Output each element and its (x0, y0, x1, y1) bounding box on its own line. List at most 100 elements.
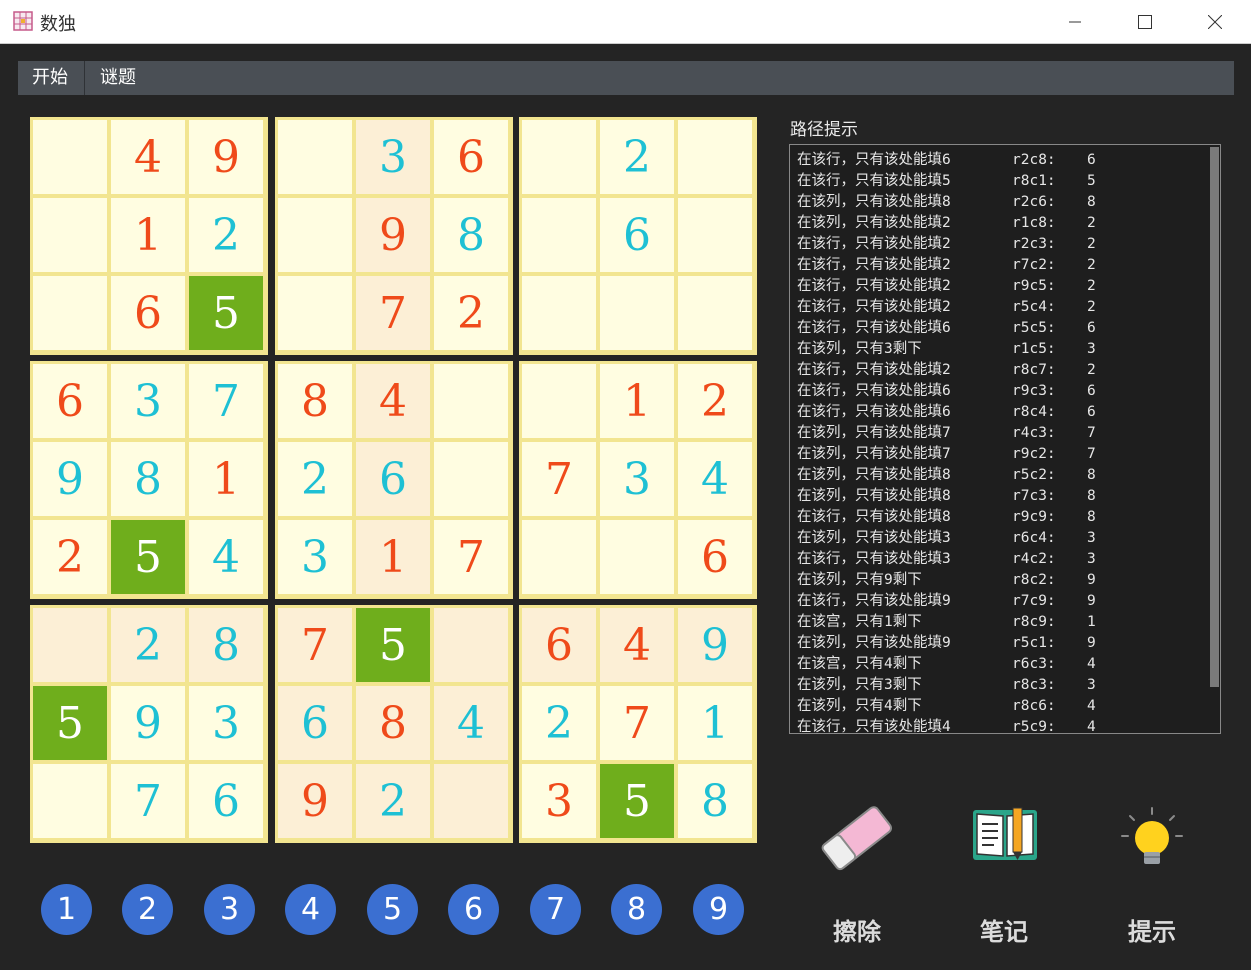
sudoku-cell[interactable]: 4 (434, 686, 508, 760)
menu-puzzle[interactable]: 谜题 (86, 61, 150, 95)
scrollbar-thumb[interactable] (1210, 147, 1219, 687)
sudoku-cell[interactable]: 2 (678, 364, 752, 438)
hint-path-list[interactable]: 在该行，只有该处能填6 r2c8: 6 在该行，只有该处能填5 r8c1: 5 在该列，只有… (789, 144, 1221, 734)
number-button-9[interactable]: 9 (693, 884, 744, 935)
sudoku-cell[interactable] (522, 120, 596, 194)
number-button-1[interactable]: 1 (41, 884, 92, 935)
sudoku-cell[interactable]: 2 (278, 442, 352, 516)
sudoku-cell[interactable]: 9 (33, 442, 107, 516)
sudoku-cell[interactable]: 4 (111, 120, 185, 194)
number-button-6[interactable]: 6 (448, 884, 499, 935)
sudoku-cell[interactable]: 6 (600, 198, 674, 272)
sudoku-cell[interactable]: 9 (278, 764, 352, 838)
sudoku-cell[interactable]: 7 (356, 276, 430, 350)
sudoku-cell[interactable] (600, 276, 674, 350)
sudoku-cell[interactable]: 7 (111, 764, 185, 838)
sudoku-cell[interactable]: 3 (356, 120, 430, 194)
sudoku-cell[interactable]: 5 (356, 608, 430, 682)
sudoku-cell[interactable] (33, 608, 107, 682)
sudoku-cell[interactable]: 2 (189, 198, 263, 272)
number-button-7[interactable]: 7 (530, 884, 581, 935)
sudoku-cell[interactable]: 7 (600, 686, 674, 760)
sudoku-cell[interactable]: 4 (189, 520, 263, 594)
hint-cell-ref: r9c9: (1012, 509, 1056, 525)
sudoku-cell[interactable]: 8 (189, 608, 263, 682)
hint-row: 在该行，只有该处能填8 r9c9: 8 (797, 507, 1096, 528)
sudoku-cell[interactable]: 1 (356, 520, 430, 594)
sudoku-cell[interactable]: 6 (33, 364, 107, 438)
minimize-button[interactable] (1040, 0, 1110, 44)
sudoku-cell[interactable]: 3 (189, 686, 263, 760)
sudoku-cell[interactable]: 6 (522, 608, 596, 682)
sudoku-cell[interactable] (278, 276, 352, 350)
close-button[interactable] (1180, 0, 1250, 44)
sudoku-cell[interactable]: 4 (600, 608, 674, 682)
sudoku-cell[interactable]: 2 (600, 120, 674, 194)
sudoku-cell[interactable]: 5 (189, 276, 263, 350)
sudoku-cell[interactable]: 9 (189, 120, 263, 194)
sudoku-cell[interactable]: 8 (434, 198, 508, 272)
sudoku-cell[interactable]: 7 (278, 608, 352, 682)
sudoku-cell[interactable] (434, 364, 508, 438)
sudoku-cell[interactable]: 5 (600, 764, 674, 838)
sudoku-cell[interactable]: 8 (111, 442, 185, 516)
sudoku-cell[interactable] (678, 276, 752, 350)
sudoku-cell[interactable]: 2 (356, 764, 430, 838)
sudoku-cell[interactable]: 4 (356, 364, 430, 438)
sudoku-cell[interactable] (678, 120, 752, 194)
sudoku-cell[interactable] (434, 442, 508, 516)
sudoku-cell[interactable] (522, 198, 596, 272)
sudoku-cell[interactable] (33, 764, 107, 838)
sudoku-cell[interactable]: 7 (189, 364, 263, 438)
sudoku-cell[interactable] (600, 520, 674, 594)
sudoku-cell[interactable]: 6 (189, 764, 263, 838)
sudoku-cell[interactable]: 7 (434, 520, 508, 594)
number-button-3[interactable]: 3 (204, 884, 255, 935)
sudoku-cell[interactable] (33, 120, 107, 194)
sudoku-cell[interactable]: 1 (111, 198, 185, 272)
sudoku-cell[interactable]: 6 (278, 686, 352, 760)
sudoku-cell[interactable] (278, 120, 352, 194)
sudoku-cell[interactable]: 4 (678, 442, 752, 516)
sudoku-cell[interactable]: 2 (434, 276, 508, 350)
sudoku-cell[interactable] (434, 764, 508, 838)
sudoku-cell[interactable]: 2 (33, 520, 107, 594)
sudoku-cell[interactable]: 3 (522, 764, 596, 838)
sudoku-cell[interactable]: 8 (356, 686, 430, 760)
number-button-2[interactable]: 2 (122, 884, 173, 935)
sudoku-cell[interactable]: 9 (111, 686, 185, 760)
sudoku-cell[interactable]: 7 (522, 442, 596, 516)
number-button-5[interactable]: 5 (367, 884, 418, 935)
sudoku-cell[interactable]: 2 (522, 686, 596, 760)
sudoku-cell[interactable]: 1 (678, 686, 752, 760)
sudoku-cell[interactable]: 6 (356, 442, 430, 516)
sudoku-cell[interactable]: 1 (600, 364, 674, 438)
sudoku-cell[interactable]: 8 (278, 364, 352, 438)
menu-start[interactable]: 开始 (18, 61, 82, 95)
hint-row: 在该列，只有3剩下 r8c3: 3 (797, 675, 1096, 696)
sudoku-cell[interactable] (33, 198, 107, 272)
sudoku-cell[interactable] (522, 276, 596, 350)
sudoku-cell[interactable]: 5 (111, 520, 185, 594)
sudoku-cell[interactable]: 9 (678, 608, 752, 682)
sudoku-cell[interactable]: 6 (111, 276, 185, 350)
sudoku-cell[interactable] (678, 198, 752, 272)
maximize-button[interactable] (1110, 0, 1180, 44)
sudoku-cell[interactable] (522, 364, 596, 438)
sudoku-cell[interactable]: 2 (111, 608, 185, 682)
sudoku-cell[interactable]: 9 (356, 198, 430, 272)
sudoku-cell[interactable] (33, 276, 107, 350)
sudoku-cell[interactable]: 6 (678, 520, 752, 594)
number-button-4[interactable]: 4 (285, 884, 336, 935)
sudoku-cell[interactable]: 6 (434, 120, 508, 194)
sudoku-cell[interactable]: 8 (678, 764, 752, 838)
sudoku-cell[interactable]: 3 (111, 364, 185, 438)
sudoku-cell[interactable] (522, 520, 596, 594)
sudoku-cell[interactable] (278, 198, 352, 272)
sudoku-cell[interactable]: 3 (278, 520, 352, 594)
number-button-8[interactable]: 8 (611, 884, 662, 935)
sudoku-cell[interactable]: 3 (600, 442, 674, 516)
sudoku-cell[interactable]: 5 (33, 686, 107, 760)
sudoku-cell[interactable]: 1 (189, 442, 263, 516)
sudoku-cell[interactable] (434, 608, 508, 682)
